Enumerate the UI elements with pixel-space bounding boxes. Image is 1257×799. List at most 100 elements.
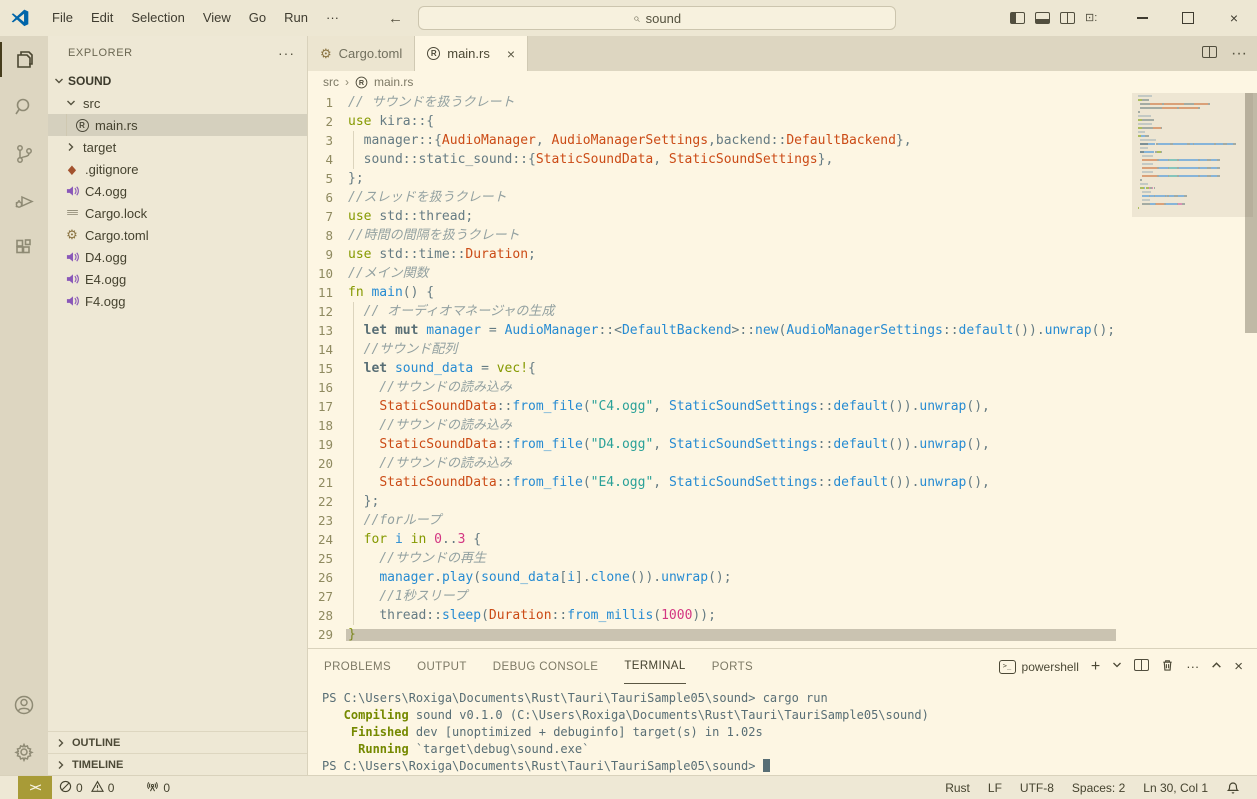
status-indentation[interactable]: Spaces: 2 xyxy=(1063,776,1134,799)
split-terminal-icon[interactable] xyxy=(1134,659,1149,674)
minimap[interactable] xyxy=(1136,93,1243,648)
customize-layout-icon[interactable]: ⊡: xyxy=(1085,12,1101,25)
maximize-button[interactable] xyxy=(1165,0,1211,36)
menu-selection[interactable]: Selection xyxy=(122,5,193,31)
code-line[interactable]: 6//スレッドを扱うクレート xyxy=(308,188,1136,207)
panel-tab-debug-console[interactable]: DEBUG CONSOLE xyxy=(493,649,599,684)
tree-item-e4.ogg[interactable]: E4.ogg xyxy=(48,268,307,290)
run-and-debug-icon[interactable] xyxy=(0,177,48,224)
code-line[interactable]: 19 StaticSoundData::from_file("D4.ogg", … xyxy=(308,435,1136,454)
code-line[interactable]: 25 //サウンドの再生 xyxy=(308,549,1136,568)
command-center-search[interactable]: ⌕ sound xyxy=(418,6,896,30)
code-line[interactable]: 18 //サウンドの読み込み xyxy=(308,416,1136,435)
ports-status[interactable]: 0 xyxy=(139,776,177,799)
code-line[interactable]: 5}; xyxy=(308,169,1136,188)
panel-more-actions-icon[interactable]: ··· xyxy=(1186,659,1199,674)
code-line[interactable]: 13 let mut manager = AudioManager::<Defa… xyxy=(308,321,1136,340)
code-line[interactable]: 23 //forループ xyxy=(308,511,1136,530)
split-editor-icon[interactable] xyxy=(1202,45,1217,63)
code-line[interactable]: 16 //サウンドの読み込み xyxy=(308,378,1136,397)
horizontal-scrollbar[interactable] xyxy=(346,629,1116,641)
tree-item-c4.ogg[interactable]: C4.ogg xyxy=(48,180,307,202)
maximize-panel-icon[interactable] xyxy=(1211,659,1222,674)
code-line[interactable]: 8//時間の間隔を扱うクレート xyxy=(308,226,1136,245)
menu-[interactable]: ··· xyxy=(317,5,348,31)
tree-item-src[interactable]: src xyxy=(48,92,307,114)
back-arrow-icon[interactable]: ← xyxy=(388,10,403,27)
code-line[interactable]: 12 // オーディオマネージャの生成 xyxy=(308,302,1136,321)
notifications-bell-icon[interactable] xyxy=(1217,776,1249,799)
status-encoding[interactable]: UTF-8 xyxy=(1011,776,1063,799)
problems-status[interactable]: 0 0 xyxy=(52,776,121,799)
close-panel-icon[interactable]: × xyxy=(1234,658,1243,675)
tab-close-icon[interactable]: × xyxy=(507,46,515,62)
explorer-icon[interactable] xyxy=(0,36,48,83)
code-line[interactable]: 10//メイン関数 xyxy=(308,264,1136,283)
tab-cargo.toml[interactable]: ⚙Cargo.toml xyxy=(308,36,415,71)
status-language-mode[interactable]: Rust xyxy=(936,776,979,799)
terminal-dropdown-icon[interactable] xyxy=(1112,660,1122,673)
remote-indicator[interactable]: >< xyxy=(18,776,52,799)
panel-tab-terminal[interactable]: TERMINAL xyxy=(624,649,685,684)
code-line[interactable]: 28 thread::sleep(Duration::from_millis(1… xyxy=(308,606,1136,625)
code-line[interactable]: 2use kira::{ xyxy=(308,112,1136,131)
code-line[interactable]: 24 for i in 0..3 { xyxy=(308,530,1136,549)
search-view-icon[interactable] xyxy=(0,83,48,130)
minimize-button[interactable] xyxy=(1119,0,1165,36)
breadcrumb-folder[interactable]: src xyxy=(323,75,339,89)
account-icon[interactable] xyxy=(0,681,48,728)
shell-label[interactable]: powershell xyxy=(1022,660,1079,674)
code-line[interactable]: 7use std::thread; xyxy=(308,207,1136,226)
toggle-sidebar-icon[interactable] xyxy=(1010,12,1025,24)
explorer-more-actions-icon[interactable]: ··· xyxy=(278,45,295,61)
source-control-icon[interactable] xyxy=(0,130,48,177)
menu-go[interactable]: Go xyxy=(240,5,275,31)
kill-terminal-icon[interactable] xyxy=(1161,658,1174,675)
menu-view[interactable]: View xyxy=(194,5,240,31)
toggle-panel-icon[interactable] xyxy=(1035,12,1050,24)
code-line[interactable]: 9use std::time::Duration; xyxy=(308,245,1136,264)
code-line[interactable]: 22 }; xyxy=(308,492,1136,511)
menu-edit[interactable]: Edit xyxy=(82,5,122,31)
panel-tab-ports[interactable]: PORTS xyxy=(712,649,753,684)
code-line[interactable]: 21 StaticSoundData::from_file("E4.ogg", … xyxy=(308,473,1136,492)
menu-run[interactable]: Run xyxy=(275,5,317,31)
tab-main.rs[interactable]: Rmain.rs× xyxy=(415,36,528,71)
tree-item-main.rs[interactable]: Rmain.rs xyxy=(48,114,307,136)
code-line[interactable]: 27 //1秒スリープ xyxy=(308,587,1136,606)
code-line[interactable]: 15 let sound_data = vec!{ xyxy=(308,359,1136,378)
close-button[interactable]: × xyxy=(1211,0,1257,36)
status-eol[interactable]: LF xyxy=(979,776,1011,799)
outline-section[interactable]: OUTLINE xyxy=(48,731,307,753)
tree-item-.gitignore[interactable]: ◆.gitignore xyxy=(48,158,307,180)
code-line[interactable]: 14 //サウンド配列 xyxy=(308,340,1136,359)
settings-gear-icon[interactable] xyxy=(0,728,48,775)
toggle-secondary-sidebar-icon[interactable] xyxy=(1060,12,1075,24)
timeline-section[interactable]: TIMELINE xyxy=(48,753,307,775)
extensions-icon[interactable] xyxy=(0,224,48,271)
breadcrumb-file[interactable]: main.rs xyxy=(374,75,413,89)
folder-section-sound[interactable]: SOUND xyxy=(48,70,307,92)
panel-tab-problems[interactable]: PROBLEMS xyxy=(324,649,391,684)
new-terminal-icon[interactable]: + xyxy=(1091,658,1100,676)
editor-more-actions-icon[interactable]: ··· xyxy=(1231,45,1247,63)
vertical-scrollbar[interactable] xyxy=(1245,93,1257,333)
breadcrumb[interactable]: src › R main.rs xyxy=(308,71,1257,93)
terminal-output[interactable]: PS C:\Users\Roxiga\Documents\Rust\Tauri\… xyxy=(308,684,1257,775)
tree-item-cargo.toml[interactable]: ⚙Cargo.toml xyxy=(48,224,307,246)
tree-item-d4.ogg[interactable]: D4.ogg xyxy=(48,246,307,268)
tree-item-f4.ogg[interactable]: F4.ogg xyxy=(48,290,307,312)
panel-tab-output[interactable]: OUTPUT xyxy=(417,649,467,684)
code-line[interactable]: 11fn main() { xyxy=(308,283,1136,302)
code-line[interactable]: 3 manager::{AudioManager, AudioManagerSe… xyxy=(308,131,1136,150)
code-editor[interactable]: 1// サウンドを扱うクレート2use kira::{3 manager::{A… xyxy=(308,93,1257,648)
code-line[interactable]: 4 sound::static_sound::{StaticSoundData,… xyxy=(308,150,1136,169)
code-line[interactable]: 17 StaticSoundData::from_file("C4.ogg", … xyxy=(308,397,1136,416)
code-line[interactable]: 20 //サウンドの読み込み xyxy=(308,454,1136,473)
code-line[interactable]: 26 manager.play(sound_data[i].clone()).u… xyxy=(308,568,1136,587)
tree-item-target[interactable]: target xyxy=(48,136,307,158)
tree-item-cargo.lock[interactable]: ≡≡Cargo.lock xyxy=(48,202,307,224)
status-cursor-position[interactable]: Ln 30, Col 1 xyxy=(1134,776,1217,799)
code-line[interactable]: 1// サウンドを扱うクレート xyxy=(308,93,1136,112)
menu-file[interactable]: File xyxy=(43,5,82,31)
